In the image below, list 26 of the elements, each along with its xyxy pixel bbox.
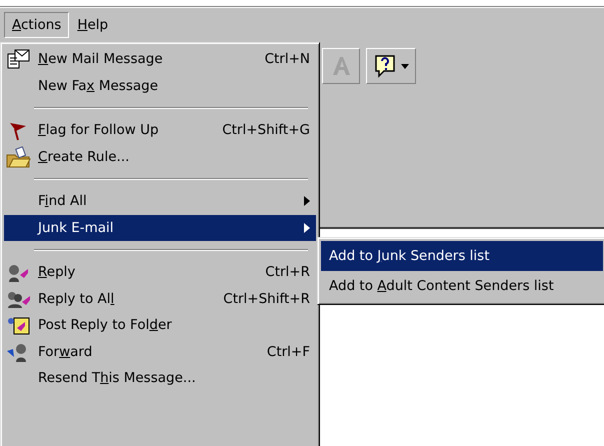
menu-item[interactable]: Help (69, 12, 116, 38)
envelope-icon (6, 48, 32, 70)
menu-item[interactable]: Flag for Follow Up Ctrl+Shift+G (4, 117, 316, 144)
menu-item[interactable]: Create Rule... (4, 144, 316, 170)
menu-item[interactable]: Junk E-mail (4, 214, 316, 241)
menu-item[interactable]: Resend This Message... (4, 365, 316, 392)
menu-item[interactable]: New Mail Message Ctrl+N (4, 46, 316, 72)
help-button[interactable] (366, 48, 416, 84)
toolbar-button[interactable] (322, 48, 360, 84)
menu-item[interactable]: Reply Ctrl+R (4, 259, 316, 286)
menu-item[interactable]: Actions (4, 12, 70, 38)
menu-item[interactable]: Add to Junk Senders list (321, 241, 603, 271)
menu-item[interactable]: Find All (4, 188, 316, 214)
menu-item[interactable]: Reply to All Ctrl+Shift+R (4, 286, 316, 312)
caret-icon (401, 64, 409, 68)
menu-item[interactable]: Add to Adult Content Senders list (321, 271, 603, 301)
menu-item[interactable]: Forward Ctrl+F (4, 338, 316, 365)
menu-item[interactable]: Post Reply to Folder (4, 312, 316, 338)
shortcut-text: Ctrl+Shift+G (222, 121, 310, 140)
shortcut-text: Ctrl+R (265, 263, 310, 282)
help-icon (373, 53, 397, 79)
shortcut-text: Ctrl+F (266, 342, 310, 362)
menu-item[interactable]: New Fax Message (4, 72, 316, 99)
shortcut-text: Ctrl+Shift+R (223, 290, 310, 309)
folder-icon (6, 146, 32, 168)
shortcut-text: Ctrl+N (264, 50, 310, 70)
